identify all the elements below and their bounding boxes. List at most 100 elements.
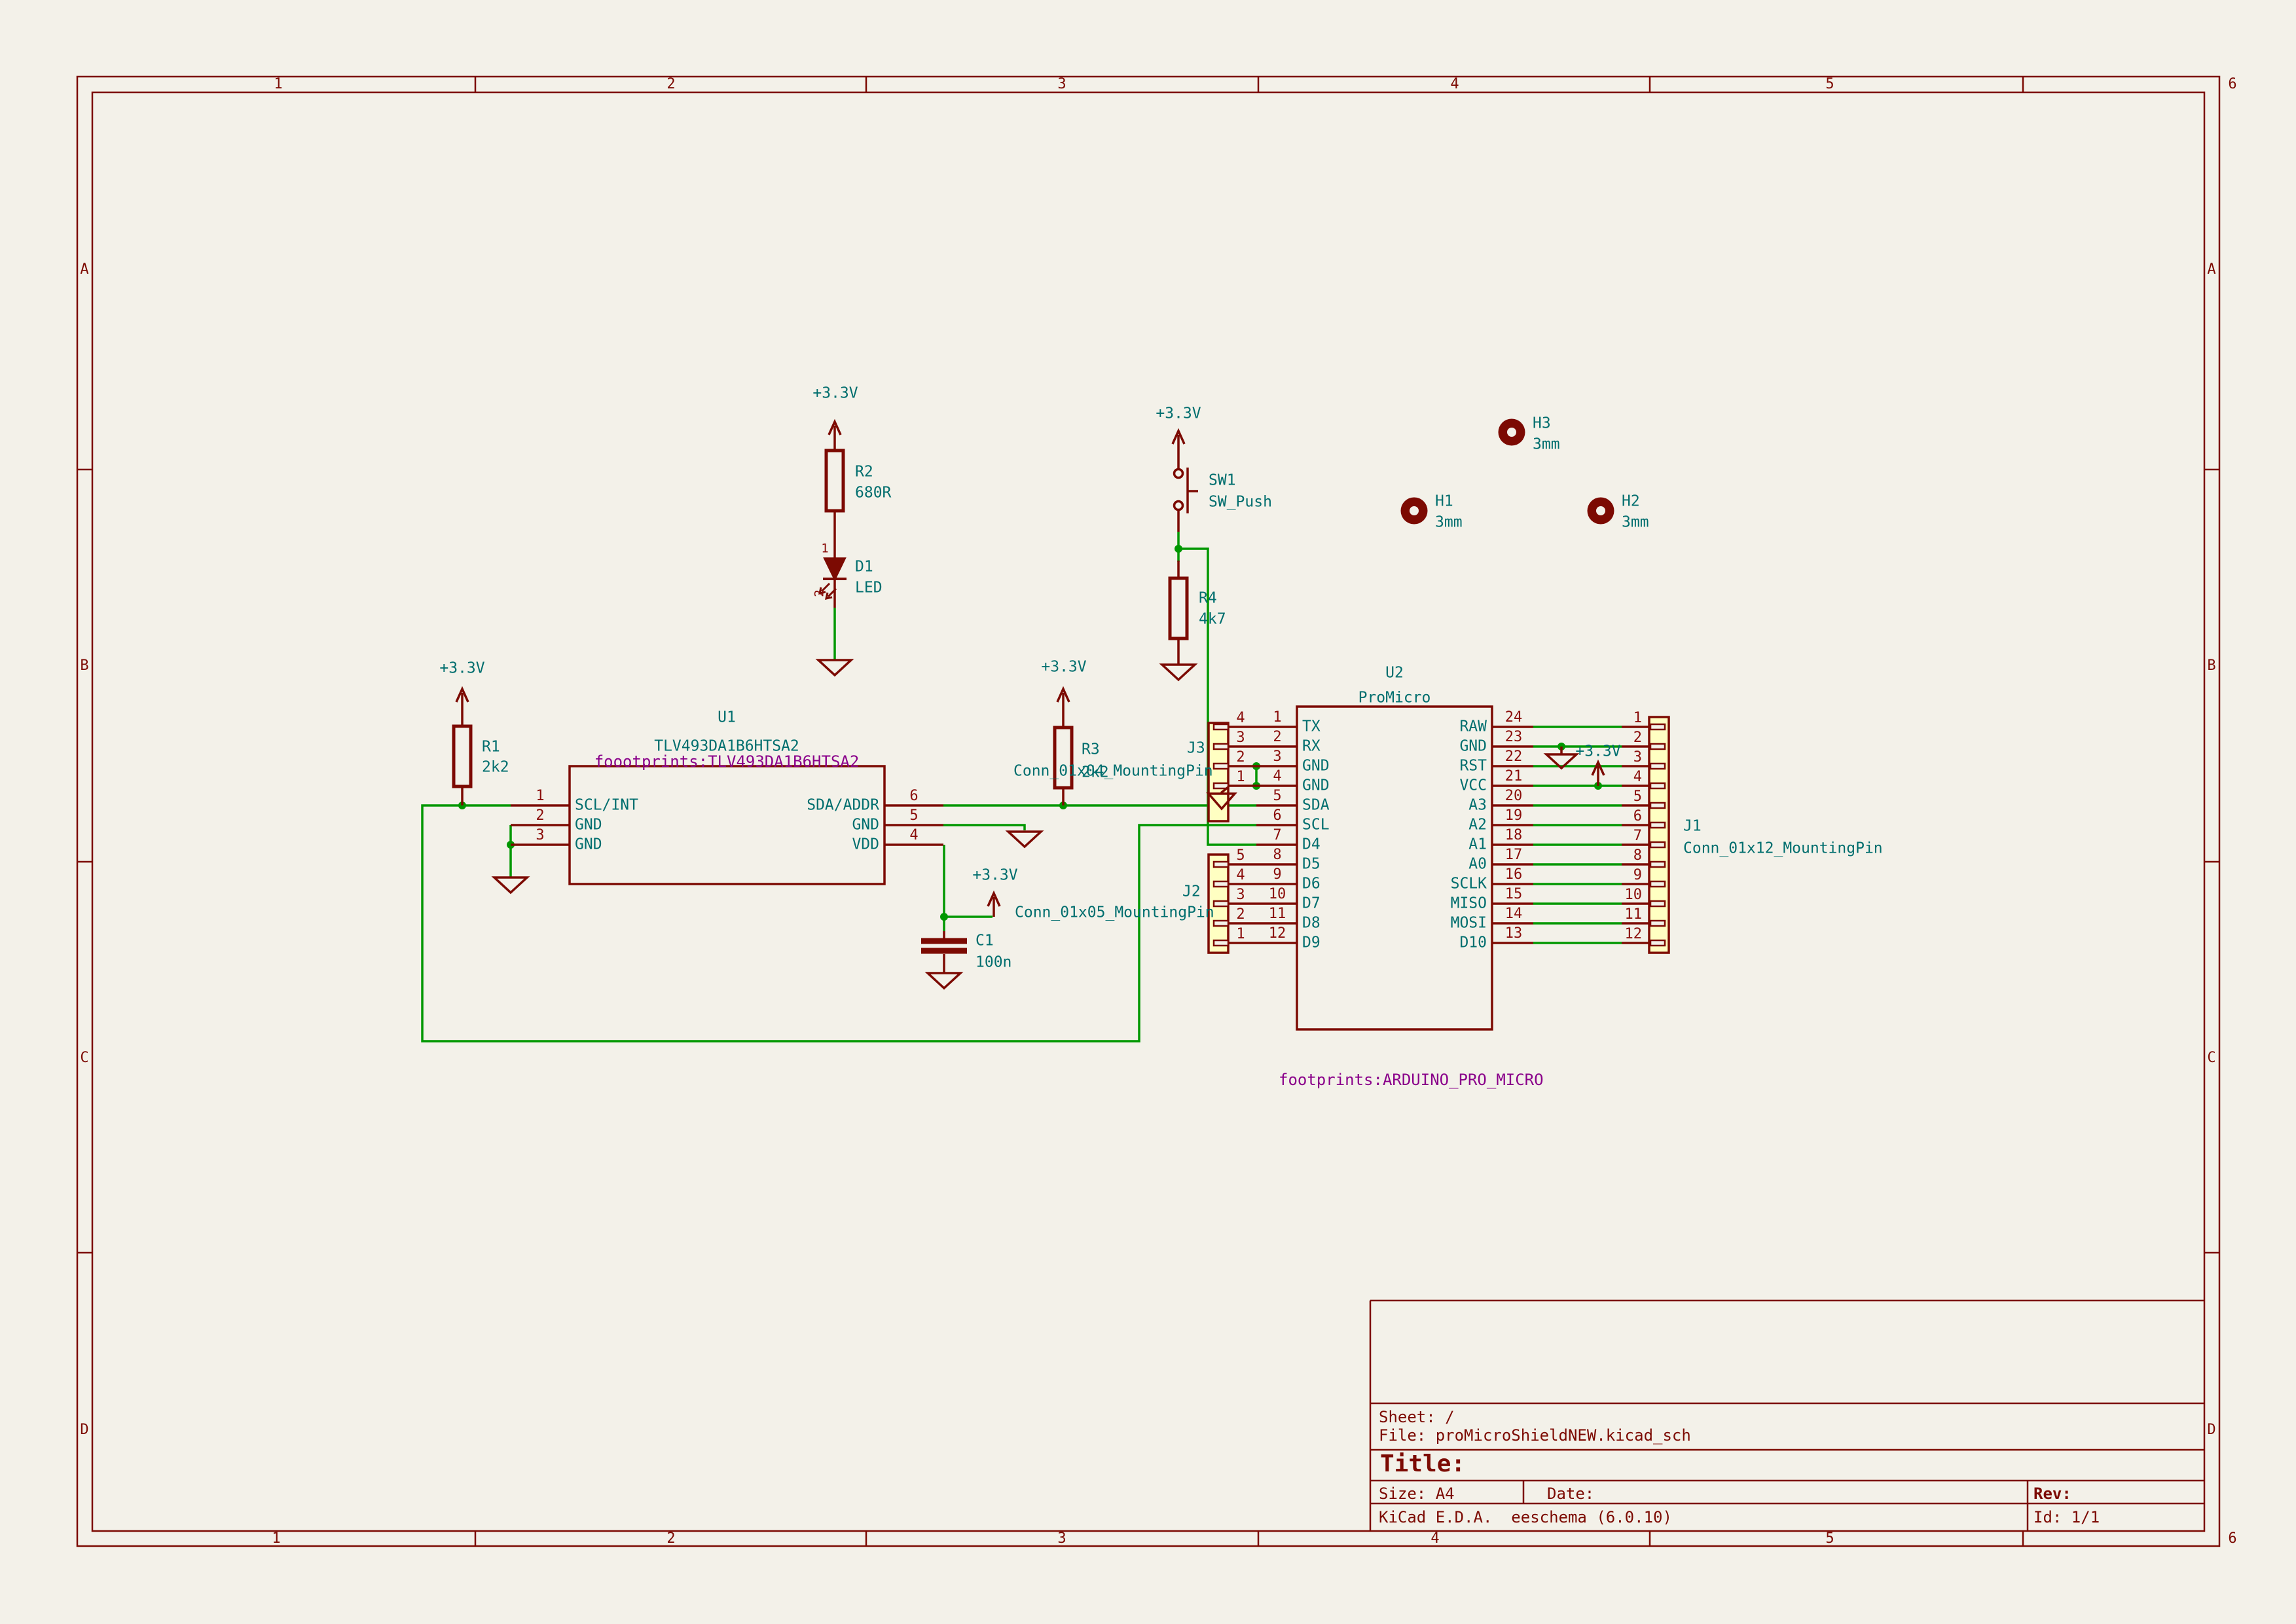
resistor-r1[interactable] [454,689,471,805]
switch-sw1[interactable] [1173,431,1198,532]
u1-pin-num-3: 3 [536,828,544,843]
u2-pin-name-sda: SDA [1302,798,1330,813]
u1-pin-name-gnd2: GND [575,818,602,833]
u2-pin-name-rst: RST [1459,759,1487,774]
j3-pin-num-2: 2 [1236,750,1245,765]
r1-ref[interactable]: R1 [482,740,500,755]
j1-pin-num-3: 3 [1633,750,1642,765]
u2-pin-num-5: 5 [1273,789,1281,803]
u2-pin-num-13: 13 [1505,927,1523,941]
u2-pin-name-d9: D9 [1302,936,1321,951]
u2-pin-num-2: 2 [1273,730,1281,745]
sw1-value[interactable]: SW_Push [1209,495,1272,510]
u2-pin-num-1: 1 [1273,710,1281,725]
border-row-right-d: D [2207,1423,2215,1437]
u2-pin-name-rx: RX [1302,739,1321,754]
sw1-ref[interactable]: SW1 [1209,473,1236,489]
u2-ref[interactable]: U2 [1385,666,1404,681]
u2-pin-num-9: 9 [1273,868,1281,882]
mounting-holes[interactable] [1401,419,1614,525]
r1-value[interactable]: 2k2 [482,760,509,775]
u1-pin-name-sda-addr: SDA/ADDR [807,798,879,813]
border-row-right-c: C [2207,1051,2215,1065]
u2-pin-name-d4: D4 [1302,838,1321,853]
h1-value[interactable]: 3mm [1435,515,1463,530]
j2-pin-num-4: 4 [1236,868,1245,883]
titleblock-id: Id: 1/1 [2033,1509,2100,1525]
power-label-33v-r3[interactable]: +3.3V [1041,660,1086,675]
r3-ref[interactable]: R3 [1082,743,1100,758]
border-col-top-6: 6 [2228,77,2236,92]
u2-pin-num-24: 24 [1505,710,1523,725]
border-col-bottom-3: 3 [1057,1532,1066,1546]
u2-pin-num-17: 17 [1505,848,1523,862]
power-label-33v-r2[interactable]: +3.3V [812,386,858,401]
d1-pin-num-1: 1 [821,543,828,555]
power-label-33v-vcc[interactable]: +3.3V [1575,745,1620,760]
u2-value[interactable]: ProMicro [1358,691,1431,706]
j1-ref[interactable]: J1 [1683,819,1702,834]
u2-pin-num-3: 3 [1273,750,1281,764]
r4-value[interactable]: 4k7 [1199,612,1226,627]
border-row-left-d: D [80,1423,88,1437]
u2-pin-num-20: 20 [1505,789,1523,803]
border-row-left-b: B [80,659,88,673]
j2-pin-num-3: 3 [1236,888,1245,902]
h2-ref[interactable]: H2 [1622,494,1640,509]
d1-pin-num-2: 2 [814,589,826,597]
resistor-r2[interactable] [826,422,843,560]
j1-pin-num-1: 1 [1633,711,1642,726]
resistor-r4[interactable] [1162,561,1195,680]
u2-pin-num-6: 6 [1273,809,1281,823]
u2-pin-name-raw: RAW [1459,720,1487,735]
j1-value[interactable]: Conn_01x12_MountingPin [1683,841,1883,857]
u1-pin-name-gnd5: GND [852,818,879,833]
u1-ref[interactable]: U1 [718,710,736,726]
j3-pin-num-1: 1 [1236,770,1245,784]
j3-value[interactable]: Conn_01x04_MountingPin [1013,764,1213,779]
d1-ref[interactable]: D1 [855,560,873,575]
title-block-frame [1370,1301,2204,1531]
power-label-33v-sw1[interactable]: +3.3V [1156,407,1201,422]
u2-pin-num-22: 22 [1505,750,1523,764]
u2-pin-num-12: 12 [1269,927,1286,941]
r4-ref[interactable]: R4 [1199,591,1217,606]
h1-ref[interactable]: H1 [1435,494,1453,509]
border-col-bottom-2: 2 [666,1532,675,1546]
u2-pin-num-19: 19 [1505,809,1523,823]
c1-value[interactable]: 100n [975,955,1011,970]
u2-pin-name-scl: SCL [1302,818,1330,833]
j2-ref[interactable]: J2 [1182,885,1201,900]
j2-pin-num-2: 2 [1236,908,1245,922]
u2-pin-num-15: 15 [1505,887,1523,902]
u2-pin-name-vcc: VCC [1459,779,1487,794]
j1-pin-num-6: 6 [1633,809,1642,824]
u1-pin-name-scl-int: SCL/INT [575,798,638,813]
titleblock-generator: KiCad E.D.A. eeschema (6.0.10) [1379,1509,1672,1525]
power-label-33v-c1[interactable]: +3.3V [972,868,1017,883]
u2-footprint[interactable]: footprints:ARDUINO_PRO_MICRO [1279,1072,1544,1088]
titleblock-size: Size: A4 [1379,1486,1455,1502]
u2-pin-name-gnd4: GND [1302,779,1330,794]
r2-ref[interactable]: R2 [855,465,873,480]
h3-value[interactable]: 3mm [1533,437,1560,452]
u2-pin-name-a0: A0 [1468,857,1487,872]
j2-value[interactable]: Conn_01x05_MountingPin [1015,906,1214,921]
u2-pin-name-sclk: SCLK [1451,877,1487,892]
d1-value[interactable]: LED [855,581,883,596]
power-label-33v-r1[interactable]: +3.3V [439,661,484,676]
u2-pin-name-tx: TX [1302,720,1321,735]
j1-pin-num-4: 4 [1633,770,1642,784]
r2-value[interactable]: 680R [855,486,891,501]
u1-footprint[interactable]: foootprints:TLV493DA1B6HTSA2 [594,754,860,769]
h3-ref[interactable]: H3 [1533,416,1551,432]
j1-pin-num-8: 8 [1633,849,1642,863]
c1-ref[interactable]: C1 [975,934,994,949]
border-col-top-3: 3 [1057,77,1066,92]
resistor-r3[interactable] [1055,689,1072,805]
u1-pin-num-4: 4 [909,828,918,843]
j1-pin-num-10: 10 [1625,888,1643,902]
wires[interactable] [422,532,1622,1041]
h2-value[interactable]: 3mm [1622,515,1649,530]
j3-ref[interactable]: J3 [1187,741,1205,756]
